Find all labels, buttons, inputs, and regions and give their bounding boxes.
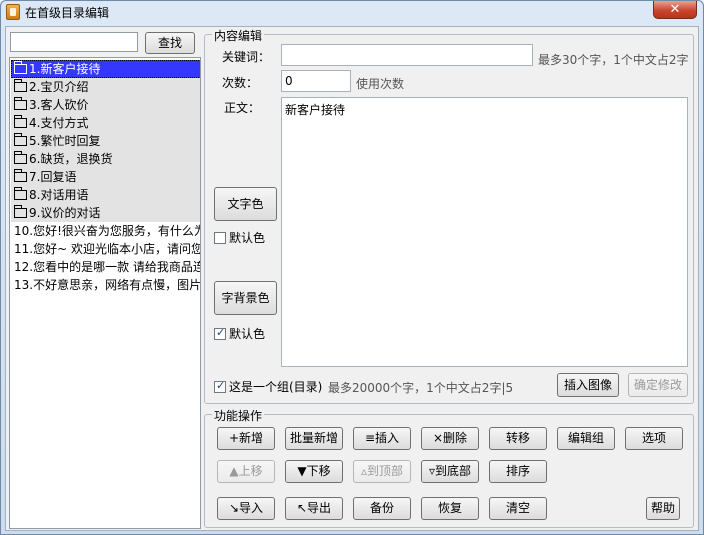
move-down-button[interactable]: ▼下移 [285, 460, 343, 483]
default-bg-color-checkbox[interactable]: 默认色 [214, 325, 265, 342]
is-group-checkbox[interactable]: 这是一个组(目录) [214, 378, 322, 395]
folder-icon [14, 61, 27, 74]
tree-item[interactable]: 5.繁忙时回复 [11, 132, 200, 150]
close-button[interactable]: ✕ [653, 1, 697, 19]
folder-icon [14, 151, 27, 164]
folder-icon [14, 205, 27, 218]
folder-icon [14, 97, 27, 110]
confirm-edit-button[interactable]: 确定修改 [628, 373, 688, 397]
tree-item[interactable]: 10.您好!很兴奋为您服务，有什么为 [11, 222, 200, 240]
tree-item[interactable]: 13.不好意思亲，网络有点慢，图片 [11, 276, 200, 294]
dialog-client-area: 查找 1.新客户接待 2.宝贝介绍 3.客人砍价 4.支付方式 5.繁忙时回复 … [5, 26, 699, 531]
move-button[interactable]: 转移 [489, 427, 547, 450]
count-label: 次数： [222, 76, 259, 90]
folder-icon [14, 187, 27, 200]
tree-item[interactable]: 1.新客户接待 [11, 60, 200, 78]
checkbox-checked-icon [214, 379, 226, 393]
search-input[interactable] [10, 32, 138, 52]
keyword-input[interactable] [281, 44, 533, 66]
keyword-hint: 最多30个字，1个中文占2字 [538, 53, 689, 67]
insert-button[interactable]: ≡插入 [353, 427, 411, 450]
add-button[interactable]: +新增 [217, 427, 275, 450]
functions-legend: 功能操作 [212, 407, 265, 424]
delete-button[interactable]: ×删除 [421, 427, 479, 450]
help-button[interactable]: 帮助 [646, 497, 680, 520]
restore-button[interactable]: 恢复 [421, 497, 479, 520]
tree-item[interactable]: 6.缺货，退换货 [11, 150, 200, 168]
edit-group-button[interactable]: 编辑组 [557, 427, 615, 450]
default-text-color-checkbox[interactable]: 默认色 [214, 229, 265, 246]
folder-icon [14, 115, 27, 128]
body-length-hint: 最多20000个字，1个中文占2字|5 [328, 381, 514, 395]
tree-item[interactable]: 9.议价的对话 [11, 204, 200, 222]
insert-image-button[interactable]: 插入图像 [557, 373, 619, 397]
folder-icon [14, 133, 27, 146]
dialog-window: 在首级目录编辑 ✕ 查找 1.新客户接待 2.宝贝介绍 3.客人砍价 4.支付方… [0, 0, 704, 535]
batch-add-button[interactable]: 批量新增 [285, 427, 343, 450]
clear-button[interactable]: 清空 [489, 497, 547, 520]
tree-item[interactable]: 2.宝贝介绍 [11, 78, 200, 96]
search-button[interactable]: 查找 [145, 32, 195, 54]
move-up-button[interactable]: ▲上移 [217, 460, 275, 483]
content-edit-legend: 内容编辑 [212, 27, 265, 44]
tree-item[interactable]: 8.对话用语 [11, 186, 200, 204]
folder-icon [14, 169, 27, 182]
tree-item[interactable]: 12.您看中的是哪一款 请给我商品连 [11, 258, 200, 276]
move-to-top-button[interactable]: ▵到顶部 [353, 460, 411, 483]
tree-item[interactable]: 7.回复语 [11, 168, 200, 186]
sort-button[interactable]: 排序 [489, 460, 547, 483]
tree-item[interactable]: 11.您好~ 欢迎光临本小店，请问您 [11, 240, 200, 258]
keyword-label: 关键词： [222, 50, 271, 64]
catalog-tree[interactable]: 1.新客户接待 2.宝贝介绍 3.客人砍价 4.支付方式 5.繁忙时回复 6.缺… [9, 57, 201, 529]
import-button[interactable]: ↘导入 [217, 497, 275, 520]
text-color-button[interactable]: 文字色 [214, 187, 277, 221]
backup-button[interactable]: 备份 [353, 497, 411, 520]
checkbox-icon [214, 232, 226, 244]
count-hint: 使用次数 [356, 77, 405, 91]
export-button[interactable]: ↖导出 [285, 497, 343, 520]
body-label: 正文： [224, 101, 261, 115]
title-bar: 在首级目录编辑 ✕ [1, 1, 703, 23]
count-input[interactable]: 0 [281, 70, 351, 92]
folder-icon [14, 79, 27, 92]
window-title: 在首级目录编辑 [25, 6, 110, 20]
options-button[interactable]: 选项 [625, 427, 683, 450]
app-icon [6, 4, 20, 20]
move-to-bottom-button[interactable]: ▿到底部 [421, 460, 479, 483]
body-textarea[interactable]: 新客户接待 [281, 97, 688, 367]
checkbox-checked-icon [214, 326, 226, 340]
bg-color-button[interactable]: 字背景色 [214, 281, 277, 315]
tree-item[interactable]: 4.支付方式 [11, 114, 200, 132]
tree-item[interactable]: 3.客人砍价 [11, 96, 200, 114]
